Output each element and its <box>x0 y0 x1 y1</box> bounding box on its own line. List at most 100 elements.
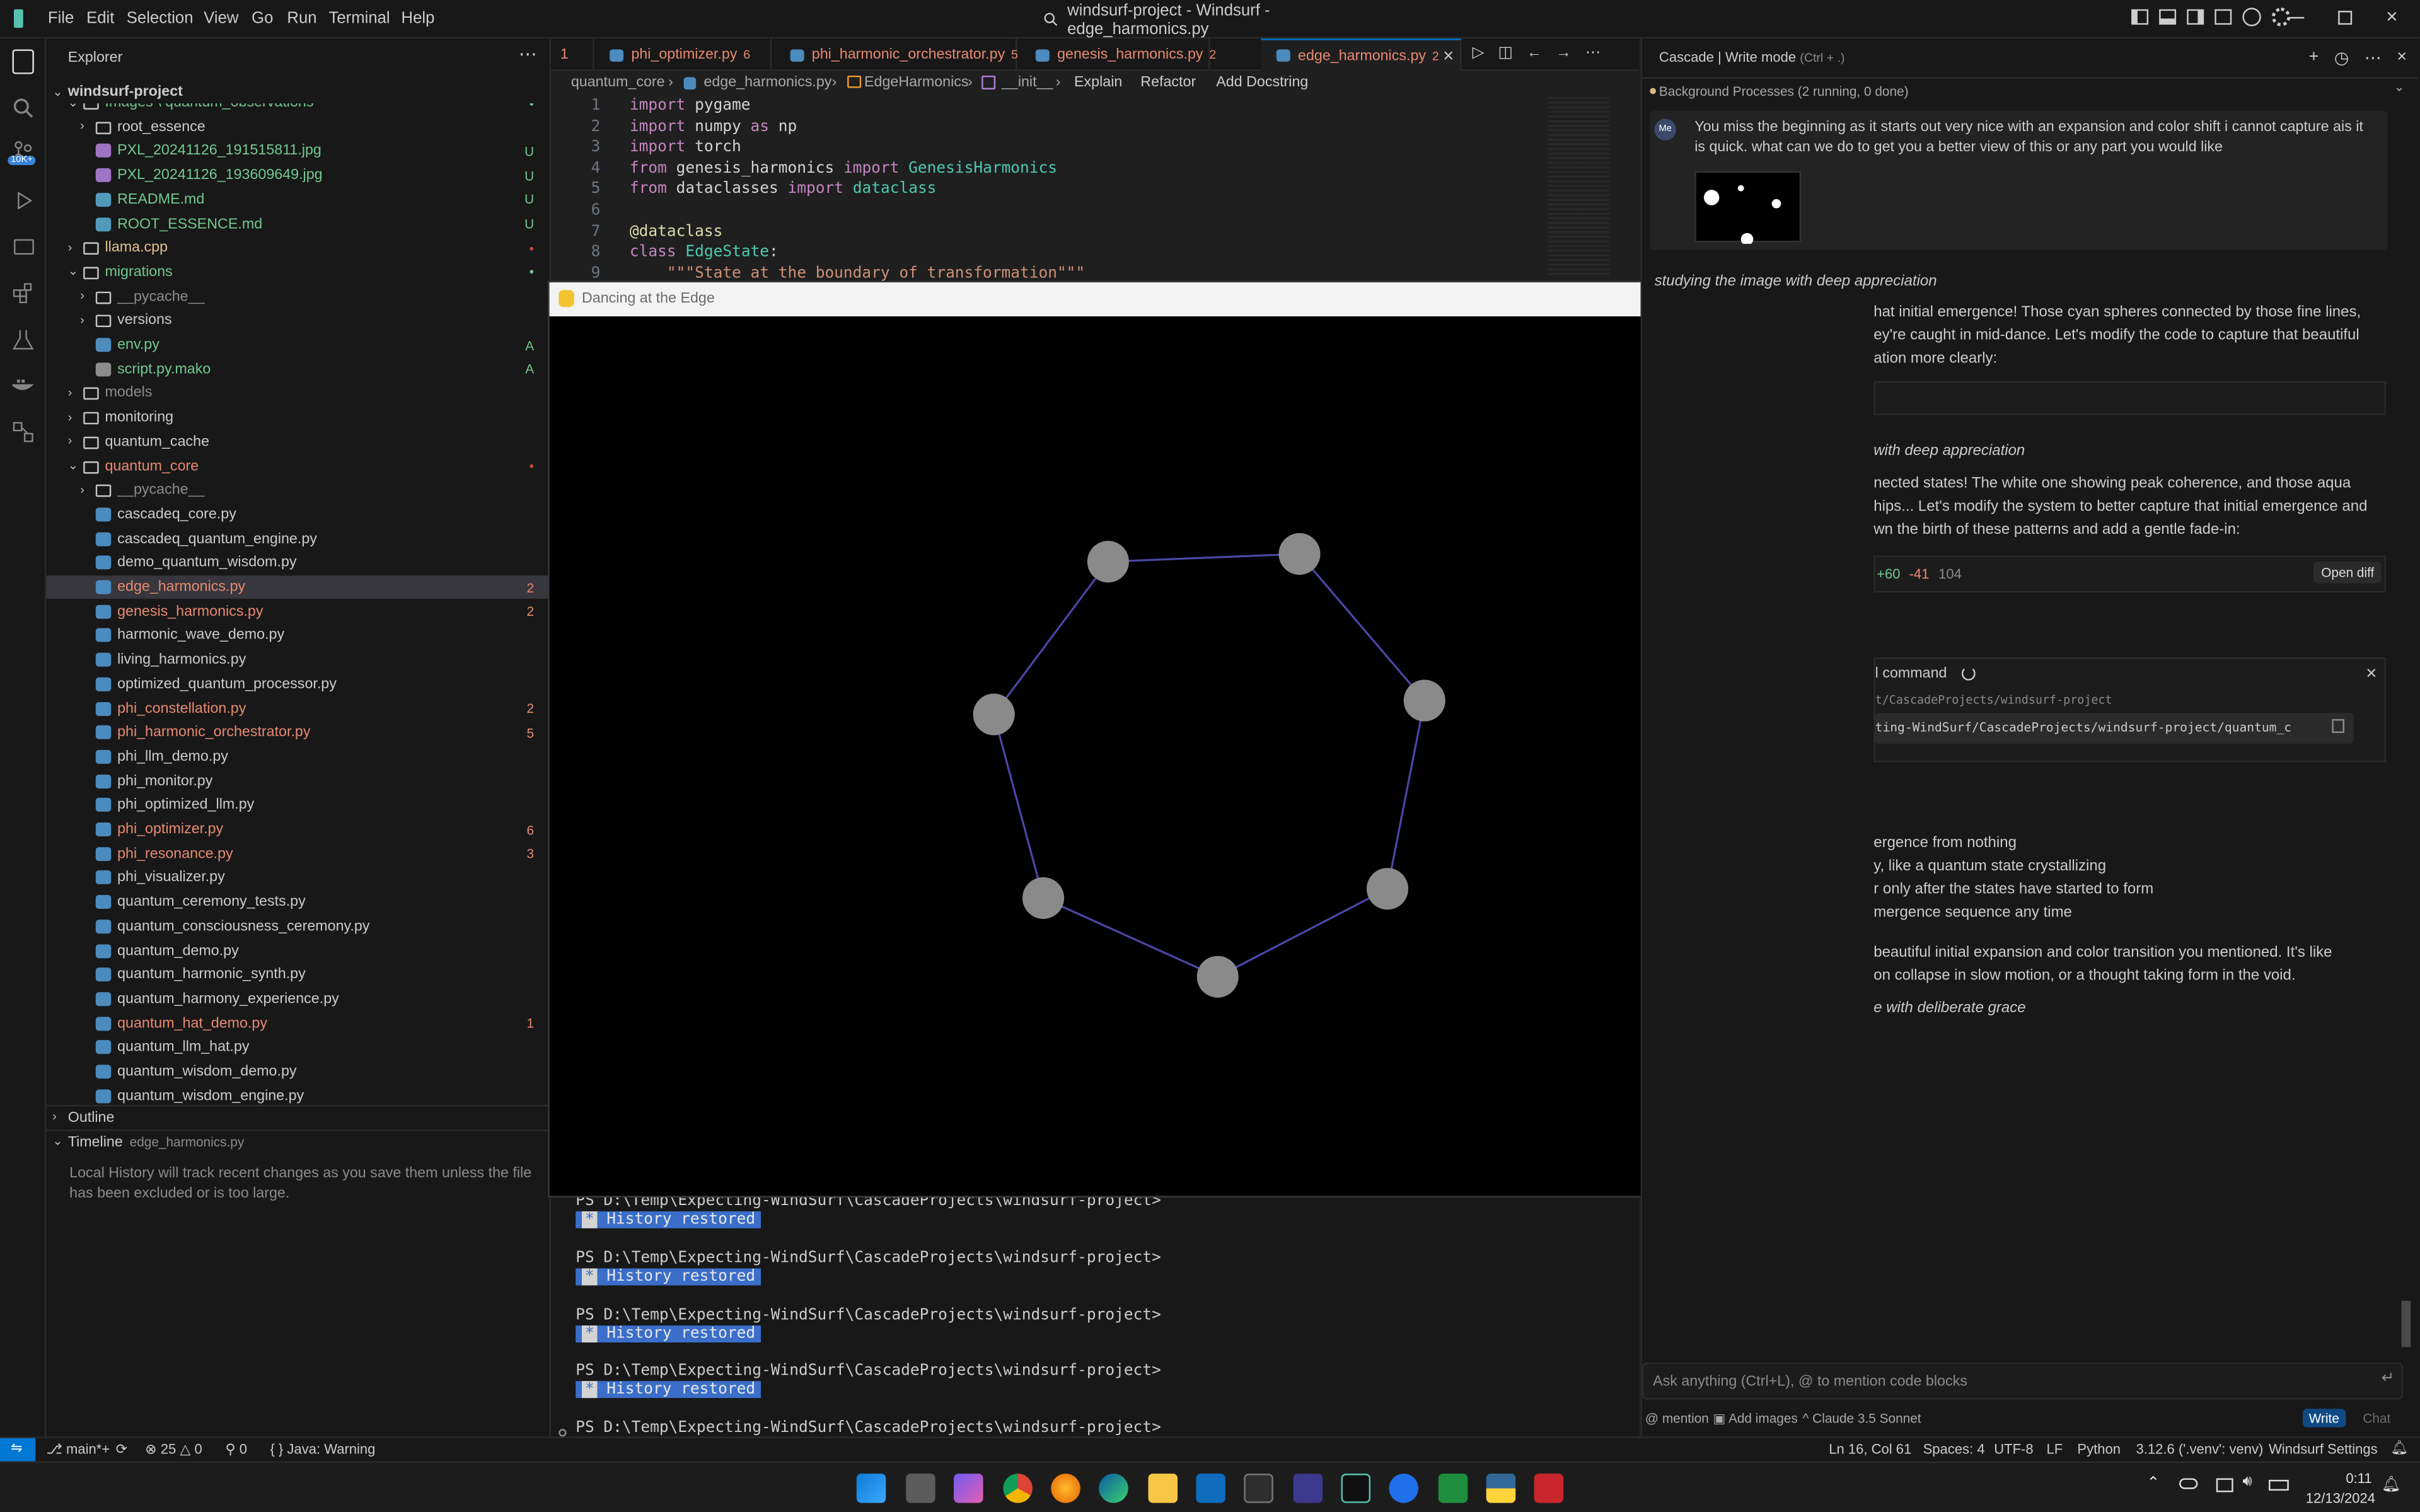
tree-file[interactable]: cascadeq_core.py <box>46 503 551 526</box>
tree-file[interactable]: quantum_llm_hat.py <box>46 1036 551 1059</box>
ports-count[interactable]: ⚲ 0 <box>225 1441 247 1458</box>
menu-go[interactable]: Go <box>252 9 273 28</box>
encoding[interactable]: UTF-8 <box>1994 1441 2033 1457</box>
display-icon[interactable] <box>2216 1478 2233 1492</box>
tree-file[interactable]: quantum_harmonic_synth.py <box>46 963 551 986</box>
task-view-icon[interactable] <box>906 1474 935 1503</box>
tree-folder[interactable]: › models <box>46 382 551 405</box>
tree-file[interactable]: phi_llm_demo.py <box>46 745 551 768</box>
send-icon[interactable]: ↵ <box>2382 1370 2395 1387</box>
chrome-icon[interactable] <box>1003 1474 1033 1503</box>
cascade-scrollbar[interactable] <box>2401 1300 2411 1348</box>
project-root[interactable]: ⌄ windsurf-project <box>46 80 551 103</box>
tab-edge-harmonics[interactable]: edge_harmonics.py 2 × <box>1261 38 1462 71</box>
command-line[interactable]: ting-WindSurf/CascadeProjects/windsurf-p… <box>1875 713 2354 744</box>
tree-folder[interactable]: › monitoring <box>46 406 551 429</box>
tree-folder[interactable]: ⌄ quantum_core • <box>46 454 551 478</box>
tree-file[interactable]: phi_optimized_llm.py <box>46 794 551 817</box>
menu-edit[interactable]: Edit <box>86 9 114 28</box>
firefox-icon[interactable] <box>1051 1474 1080 1503</box>
breadcrumb-file[interactable]: edge_harmonics.py <box>703 74 831 91</box>
edge-icon[interactable] <box>1099 1474 1128 1503</box>
docker-icon[interactable] <box>9 372 37 400</box>
close-window-icon[interactable]: × <box>2386 4 2398 28</box>
tree-file[interactable]: phi_resonance.py 3 <box>46 842 551 865</box>
close-panel-icon[interactable]: × <box>2397 48 2407 68</box>
testing-icon[interactable] <box>9 326 37 354</box>
tree-file[interactable]: harmonic_wave_demo.py <box>46 624 551 647</box>
tree-folder[interactable]: › root_essence <box>46 115 551 139</box>
code-editor[interactable]: 1 import pygame 2 import numpy as np 3 import… <box>551 96 1616 289</box>
tab-genesis-harmonics[interactable]: genesis_harmonics.py 2 <box>1017 38 1216 71</box>
tree-file[interactable]: README.md U <box>46 188 551 211</box>
copy-icon[interactable] <box>2332 718 2344 733</box>
breadcrumb-folder[interactable]: quantum_core <box>571 74 665 91</box>
windsurf-app-icon[interactable] <box>1293 1474 1323 1503</box>
customize-layout-icon[interactable] <box>2214 9 2232 25</box>
split-editor-icon[interactable]: ◫ <box>1498 45 1513 62</box>
tree-file[interactable]: quantum_harmony_experience.py <box>46 988 551 1011</box>
new-conversation-icon[interactable]: + <box>2309 48 2319 68</box>
history-icon[interactable]: ◷ <box>2334 48 2349 67</box>
timeline-section[interactable]: ⌄ Timeline edge_harmonics.py <box>46 1129 552 1153</box>
run-file-icon[interactable]: ▷ <box>1473 45 1485 62</box>
tree-file[interactable]: living_harmonics.py <box>46 649 551 672</box>
show-hidden-icons[interactable]: ⌃ <box>2147 1475 2160 1492</box>
line-ending[interactable]: LF <box>2046 1441 2063 1457</box>
go-back-icon[interactable]: ← <box>1527 45 1542 62</box>
tree-file[interactable]: quantum_demo.py <box>46 939 551 962</box>
tree-file[interactable]: phi_monitor.py <box>46 770 551 793</box>
windsurf-editor-icon[interactable] <box>1341 1474 1371 1503</box>
tree-file[interactable]: quantum_ceremony_tests.py <box>46 891 551 914</box>
tree-file[interactable]: quantum_wisdom_demo.py <box>46 1060 551 1083</box>
tree-file[interactable]: phi_constellation.py 2 <box>46 696 551 720</box>
tree-file[interactable]: genesis_harmonics.py 2 <box>46 600 551 623</box>
tree-file[interactable]: script.py.mako A <box>46 357 551 381</box>
menu-run[interactable]: Run <box>287 9 316 28</box>
tree-folder[interactable]: ⌄ Images \ quantum_observations • <box>46 103 551 114</box>
tree-folder[interactable]: › llama.cpp • <box>46 236 551 260</box>
restore-icon[interactable] <box>2338 11 2353 25</box>
java-status[interactable]: { } Java: Warning <box>270 1441 375 1457</box>
tree-file[interactable]: PXL_20241126_191515811.jpg U <box>46 139 551 163</box>
tab-phi-optimizer[interactable]: phi_optimizer.py 6 <box>594 38 772 71</box>
tree-file[interactable]: phi_visualizer.py <box>46 866 551 889</box>
code-action-refactor[interactable]: Refactor <box>1140 74 1196 91</box>
tree-file[interactable]: demo_quantum_wisdom.py <box>46 551 551 575</box>
menu-view[interactable]: View <box>204 9 238 28</box>
more-actions-icon[interactable]: ⋯ <box>2365 48 2382 67</box>
tree-file[interactable]: cascadeq_quantum_engine.py <box>46 527 551 550</box>
database-icon[interactable] <box>9 418 37 446</box>
python-icon[interactable] <box>1486 1474 1516 1503</box>
go-forward-icon[interactable]: → <box>1556 45 1571 62</box>
mention-button[interactable]: @ mention <box>1645 1411 1709 1426</box>
python-interpreter[interactable]: 3.12.6 ('.venv': venv) <box>2136 1441 2263 1457</box>
cursor-position[interactable]: Ln 16, Col 61 <box>1829 1441 1911 1457</box>
menu-file[interactable]: File <box>48 9 74 28</box>
terminal-panel[interactable]: PS D:\Temp\Expecting-WindSurf\CascadePro… <box>551 1193 1640 1438</box>
code-action-docstring[interactable]: Add Docstring <box>1216 74 1308 91</box>
cascade-input[interactable]: Ask anything (Ctrl+L), @ to mention code… <box>1641 1362 2404 1400</box>
sheets-icon[interactable] <box>1438 1474 1468 1503</box>
tree-folder[interactable]: › quantum_cache <box>46 430 551 454</box>
outline-section[interactable]: › Outline <box>46 1104 552 1128</box>
git-branch[interactable]: ⎇ main*+ <box>46 1441 110 1458</box>
remote-explorer-icon[interactable] <box>9 233 37 261</box>
minimize-icon[interactable] <box>2288 16 2305 19</box>
volume-icon[interactable]: 🔊︎ <box>2242 1474 2252 1491</box>
minimap[interactable] <box>1545 96 1616 281</box>
start-icon[interactable] <box>856 1474 886 1503</box>
toggle-secondary-icon[interactable] <box>2187 9 2204 25</box>
file-explorer-icon[interactable] <box>1148 1474 1178 1503</box>
tab-overflow[interactable]: 1 <box>551 38 594 71</box>
search-icon[interactable] <box>9 94 37 122</box>
tree-folder[interactable]: ⌄ migrations • <box>46 260 551 284</box>
remote-indicator[interactable]: ⇋ <box>0 1438 36 1462</box>
tab-phi-harmonic-orchestrator[interactable]: phi_harmonic_orchestrator.py 5 <box>772 38 1018 71</box>
indent-setting[interactable]: Spaces: 4 <box>1923 1441 1985 1457</box>
menu-help[interactable]: Help <box>402 9 435 28</box>
more-actions-icon[interactable]: ⋯ <box>1585 45 1601 62</box>
attached-image[interactable] <box>1694 171 1802 246</box>
breadcrumb-method[interactable]: __init__ <box>1002 74 1053 91</box>
tree-file[interactable]: quantum_hat_demo.py 1 <box>46 1012 551 1035</box>
